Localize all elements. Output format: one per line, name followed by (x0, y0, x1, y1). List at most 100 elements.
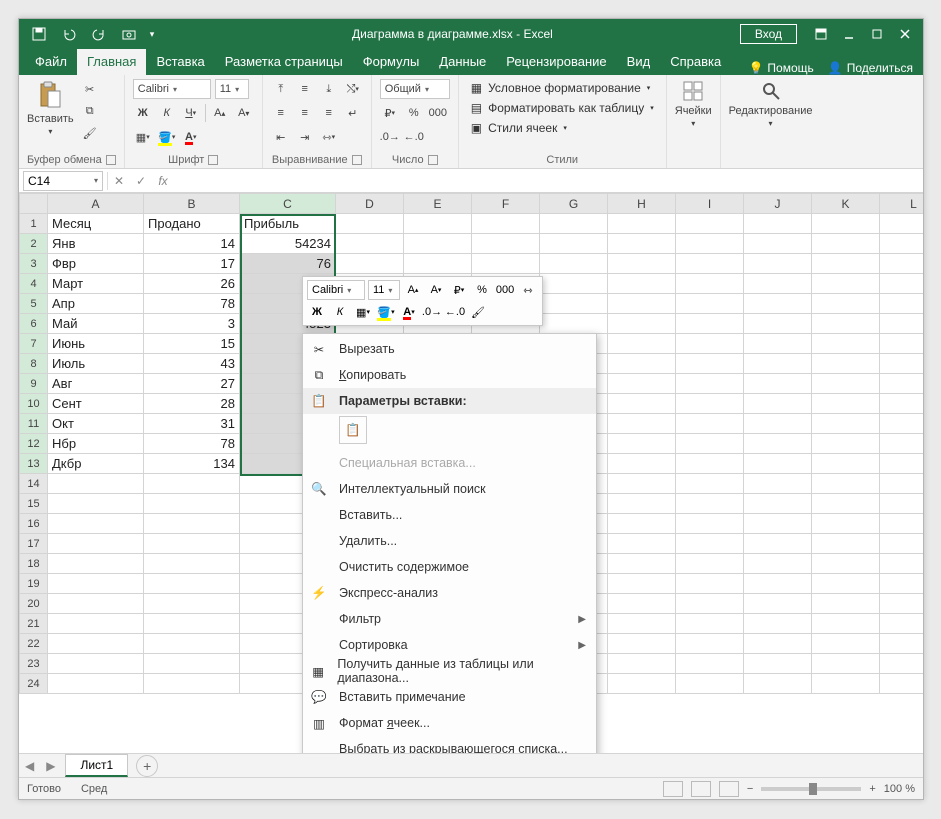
increase-indent-button[interactable]: ⇥ (295, 127, 315, 147)
align-middle-button[interactable]: ≡ (295, 79, 315, 99)
cell[interactable]: Янв (48, 234, 144, 254)
cell[interactable] (608, 554, 676, 574)
column-header[interactable]: L (880, 194, 924, 214)
cell[interactable] (676, 374, 744, 394)
cell[interactable] (608, 454, 676, 474)
cell[interactable] (676, 554, 744, 574)
column-header[interactable]: B (144, 194, 240, 214)
cell[interactable] (608, 334, 676, 354)
row-header[interactable]: 24 (20, 674, 48, 694)
add-sheet-button[interactable]: + (136, 755, 158, 777)
cell[interactable] (676, 654, 744, 674)
clipboard-launcher[interactable] (106, 155, 116, 165)
cell[interactable] (676, 494, 744, 514)
cell[interactable] (540, 314, 608, 334)
cell[interactable] (676, 294, 744, 314)
cell[interactable]: 134 (144, 454, 240, 474)
cell[interactable] (540, 214, 608, 234)
cell[interactable] (880, 474, 924, 494)
row-header[interactable]: 3 (20, 254, 48, 274)
select-all-corner[interactable] (20, 194, 48, 214)
cell[interactable]: 78 (144, 434, 240, 454)
increase-font-button[interactable]: A▴ (210, 103, 230, 123)
cell[interactable] (812, 254, 880, 274)
cell[interactable] (676, 214, 744, 234)
view-page-layout-button[interactable] (691, 781, 711, 797)
cell[interactable] (744, 434, 812, 454)
cell[interactable] (336, 214, 404, 234)
cell[interactable] (48, 514, 144, 534)
cell[interactable] (744, 514, 812, 534)
tab-data[interactable]: Данные (429, 49, 496, 75)
cell[interactable] (880, 374, 924, 394)
cell[interactable] (744, 274, 812, 294)
cell[interactable] (880, 454, 924, 474)
fill-color-button[interactable]: 🪣▾ (157, 127, 177, 147)
cell[interactable] (880, 334, 924, 354)
cell[interactable] (744, 334, 812, 354)
column-header[interactable]: I (676, 194, 744, 214)
cell[interactable] (540, 274, 608, 294)
tab-review[interactable]: Рецензирование (496, 49, 616, 75)
cell[interactable] (608, 494, 676, 514)
mini-decrease-font[interactable]: A▾ (426, 280, 446, 300)
sheet-nav-prev-icon[interactable]: ◀ (19, 759, 40, 773)
row-header[interactable]: 16 (20, 514, 48, 534)
cell[interactable] (676, 634, 744, 654)
cell[interactable] (404, 254, 472, 274)
row-header[interactable]: 12 (20, 434, 48, 454)
column-header[interactable]: E (404, 194, 472, 214)
cell[interactable] (744, 554, 812, 574)
cell[interactable] (540, 254, 608, 274)
merge-button[interactable]: ⇿▾ (319, 127, 339, 147)
sheet-tab[interactable]: Лист1 (65, 754, 128, 777)
cell[interactable] (812, 514, 880, 534)
cell[interactable] (812, 274, 880, 294)
font-name-select[interactable]: Calibri▾ (133, 79, 211, 99)
column-header[interactable]: J (744, 194, 812, 214)
cell[interactable] (608, 674, 676, 694)
cell[interactable]: Сент (48, 394, 144, 414)
font-color-button[interactable]: А▾ (181, 127, 201, 147)
cell[interactable]: 28 (144, 394, 240, 414)
cell[interactable]: Май (48, 314, 144, 334)
cell[interactable] (48, 534, 144, 554)
cell[interactable] (144, 594, 240, 614)
row-header[interactable]: 6 (20, 314, 48, 334)
row-header[interactable]: 22 (20, 634, 48, 654)
cell[interactable] (48, 674, 144, 694)
cell[interactable] (676, 334, 744, 354)
spreadsheet-grid[interactable]: ABCDEFGHIJKL1МесяцПроданоПрибыль2Янв1454… (19, 193, 923, 753)
cell[interactable] (880, 234, 924, 254)
cell[interactable] (744, 494, 812, 514)
row-header[interactable]: 5 (20, 294, 48, 314)
conditional-formatting-button[interactable]: ▦Условное форматирование▾ (467, 79, 658, 97)
row-header[interactable]: 21 (20, 614, 48, 634)
row-header[interactable]: 15 (20, 494, 48, 514)
row-header[interactable]: 7 (20, 334, 48, 354)
cell[interactable] (744, 234, 812, 254)
mini-comma[interactable]: 000 (495, 280, 515, 300)
tab-file[interactable]: Файл (25, 49, 77, 75)
mini-borders[interactable]: ▦▾ (353, 302, 373, 322)
cell[interactable] (676, 314, 744, 334)
italic-button[interactable]: К (157, 103, 177, 123)
cell[interactable] (608, 534, 676, 554)
cell[interactable] (608, 654, 676, 674)
cell[interactable] (144, 574, 240, 594)
cell[interactable] (48, 634, 144, 654)
cell[interactable] (880, 534, 924, 554)
cell[interactable] (676, 234, 744, 254)
cell[interactable] (880, 494, 924, 514)
row-header[interactable]: 17 (20, 534, 48, 554)
zoom-level[interactable]: 100 % (884, 783, 915, 795)
mini-font-color[interactable]: А▾ (399, 302, 419, 322)
decrease-decimal-button[interactable]: ←.0 (404, 127, 424, 147)
cell[interactable] (812, 414, 880, 434)
undo-icon[interactable] (55, 20, 83, 48)
cell[interactable] (744, 354, 812, 374)
alignment-launcher[interactable] (352, 155, 362, 165)
paste-button[interactable]: Вставить▾ (27, 79, 74, 143)
cell[interactable] (744, 574, 812, 594)
row-header[interactable]: 2 (20, 234, 48, 254)
